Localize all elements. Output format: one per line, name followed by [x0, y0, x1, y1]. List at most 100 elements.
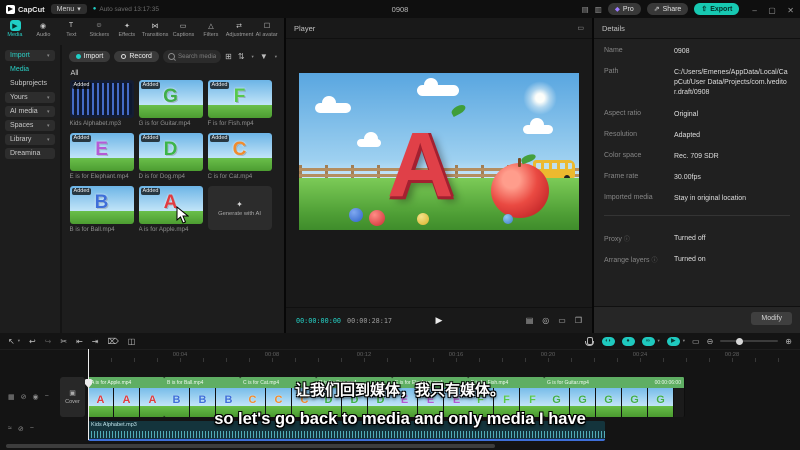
timeline-clip-d-is-for-dog-mp4[interactable]: D is for Dog.mp4 D D D [316, 377, 393, 417]
fullscreen-icon[interactable]: ❒ [575, 316, 582, 325]
sidebar-item-media[interactable]: Media [5, 64, 55, 75]
render-preview-icon[interactable]: ▭ [692, 337, 700, 346]
share-button[interactable]: ⇗ Share [646, 3, 689, 15]
delete-right-icon[interactable]: ⇥ [92, 337, 99, 346]
play-button[interactable]: ▶ [436, 315, 443, 326]
sort-icon[interactable]: ⇅ [238, 52, 245, 61]
timeline-clip-c-is-for-cat-mp4[interactable]: C is for Cat.mp4 C C C [240, 377, 317, 417]
details-value: Stay in original location [674, 195, 746, 203]
zoom-in-icon[interactable]: ⊕ [785, 337, 792, 346]
layout-preset-icon[interactable]: ▤ [582, 5, 589, 14]
timeline-toolbar: ↖ ▾ ↩ ↪ ✂ ⇤ ⇥ ⌦ ◫ ◖◗ ● ∞ ▾ ▶ ▾ ▭ ⊖ ⊕ [0, 333, 800, 349]
tab-captions[interactable]: ▭ Captions [169, 20, 197, 47]
sidebar-item-subprojects[interactable]: Subprojects [5, 78, 55, 89]
track-lock-icon[interactable]: ⊘ [21, 393, 27, 401]
timeline-zoom-slider[interactable] [720, 337, 779, 345]
select-tool-icon[interactable]: ↖ [8, 337, 15, 346]
sidebar-item-ai-media[interactable]: AI media ▾ [5, 106, 55, 117]
generate-with-ai-button[interactable]: ✦ Generate with AI [207, 186, 272, 230]
zoom-slider-handle[interactable] [736, 337, 744, 345]
media-thumbnail-g-is-for-guitar-mp4[interactable]: G Added [138, 80, 203, 118]
tab-text[interactable]: T Text [57, 20, 85, 47]
timeline-scrollbar[interactable] [6, 444, 794, 448]
timeline-clip-f-is-for-fish-mp4[interactable]: F is for Fish.mp4 F F F [468, 377, 545, 417]
track-hide-icon[interactable]: ◉ [33, 393, 39, 401]
tab-label: Filters [203, 32, 219, 38]
close-button[interactable]: ✕ [787, 6, 794, 15]
timeline-clip-b-is-for-ball-mp4[interactable]: B is for Ball.mp4 B B B [164, 377, 241, 417]
tab-effects[interactable]: ✦ Effects [113, 20, 141, 47]
redo-icon[interactable]: ↪ [45, 337, 52, 346]
import-button[interactable]: Import [68, 51, 111, 62]
grid-view-icon[interactable]: ⊞ [225, 52, 232, 61]
tab-audio[interactable]: ◉ Audio [29, 20, 57, 47]
tab-label: Effects [118, 32, 136, 38]
delete-icon[interactable]: ⌦ [107, 337, 118, 346]
voiceover-mic-icon[interactable] [585, 337, 594, 346]
freeze-icon[interactable]: ◫ [128, 337, 136, 346]
undo-icon[interactable]: ↩ [29, 337, 36, 346]
sidebar-item-library[interactable]: Library ▾ [5, 134, 55, 145]
search-input[interactable]: Search media [162, 50, 222, 63]
media-thumbnail-b-is-for-ball-mp4[interactable]: B Added [69, 186, 134, 224]
media-thumbnail-kids-alphabet-mp3[interactable]: Added [69, 80, 134, 118]
media-thumbnail-a-is-for-apple-mp4[interactable]: A Added [138, 186, 203, 224]
auto-snap-toggle[interactable]: ● [621, 336, 635, 346]
added-badge: Added [71, 135, 92, 142]
media-thumbnail-c-is-for-cat-mp4[interactable]: C Added [207, 133, 272, 171]
audio-lock-icon[interactable]: ⊘ [18, 425, 24, 433]
media-thumbnail-d-is-for-dog-mp4[interactable]: D Added [138, 133, 203, 171]
magnetic-snap-toggle[interactable]: ◖◗ [601, 336, 615, 346]
details-label: Resolution [604, 130, 638, 138]
audio-clip[interactable]: Kids Alphabet.mp3 [88, 421, 605, 441]
minimize-button[interactable]: – [752, 6, 756, 15]
timeline-clip-e-is-for-elephant-mp4[interactable]: E is for Elephant.mp4 E E E [392, 377, 469, 417]
tab-media[interactable]: ▶ Media [1, 20, 29, 47]
media-item-name: D is for Dog.mp4 [138, 173, 185, 180]
player-ratio-icon[interactable]: ▭ [577, 24, 584, 32]
fit-screen-icon[interactable]: ◎ [542, 316, 549, 325]
tab-filters[interactable]: △ Filters [197, 20, 225, 47]
ai-avatar-icon: ☐ [263, 22, 271, 30]
timeline-ruler[interactable]: 00:04 00:08 00:12 00:16 00:20 00:24 00:28 [0, 349, 800, 363]
menu-button[interactable]: Menu ▾ [50, 4, 87, 14]
clip-header: E is for Elephant.mp4 [392, 377, 468, 388]
modify-button[interactable]: Modify [751, 312, 792, 325]
sidebar-item-import[interactable]: Import ▾ [5, 50, 55, 61]
track-thumbnail-icon[interactable]: ▦ [8, 393, 15, 401]
audio-waveform-icon[interactable]: ≈ [8, 425, 12, 433]
zoom-out-icon[interactable]: ⊖ [707, 337, 714, 346]
aspect-ratio-icon[interactable]: ▭ [558, 316, 566, 325]
record-button[interactable]: Record [114, 51, 159, 62]
filter-icon[interactable]: ▼ [260, 52, 268, 61]
sidebar-item-yours[interactable]: Yours ▾ [5, 92, 55, 103]
preview-quality-icon[interactable]: ▤ [526, 316, 534, 325]
export-button[interactable]: ⇧ Export [694, 3, 740, 15]
clip-filmstrip: GGGGG [544, 388, 684, 417]
panel-layout-icon[interactable]: ▥ [595, 5, 602, 14]
clip-filmstrip: FFF [468, 388, 544, 417]
preview-axis-toggle[interactable]: ▶ [666, 336, 680, 346]
cover-button[interactable]: ▣ Cover [60, 377, 85, 417]
clip-header: C is for Cat.mp4 [240, 377, 316, 388]
timeline-clip-a-is-for-apple-mp4[interactable]: A is for Apple.mp4 A A A [88, 377, 165, 417]
tab-ai-avatar[interactable]: ☐ AI avatar [253, 20, 281, 47]
tab-adjustment[interactable]: ⇄ Adjustment [225, 20, 253, 47]
split-icon[interactable]: ✂ [60, 337, 67, 346]
sidebar-item-dreamina[interactable]: Dreamina [5, 148, 55, 159]
scrollbar-thumb[interactable] [6, 444, 495, 448]
linking-toggle[interactable]: ∞ [641, 336, 655, 346]
pro-button[interactable]: ◆ Pro [607, 3, 641, 15]
timeline-clip-g-is-for-guitar-mp4[interactable]: G is for Guitar.mp4 00:00:06:00 G G G G G [544, 377, 685, 417]
audio-mute-icon[interactable]: − [30, 425, 34, 433]
track-mute-icon[interactable]: − [45, 393, 49, 401]
tab-stickers[interactable]: ☺ Stickers [85, 20, 113, 47]
tab-transitions[interactable]: ⋈ Transitions [141, 20, 169, 47]
media-thumbnail-e-is-for-elephant-mp4[interactable]: E Added [69, 133, 134, 171]
video-preview[interactable]: A [299, 73, 579, 230]
sidebar-item-spaces[interactable]: Spaces ▾ [5, 120, 55, 131]
main-tabbar: ▶ Media ◉ Audio T Text ☺ Stickers ✦ Effects ⋈ Trans… [0, 18, 284, 47]
maximize-button[interactable]: ▢ [768, 6, 776, 15]
media-thumbnail-f-is-for-fish-mp4[interactable]: F Added [207, 80, 272, 118]
delete-left-icon[interactable]: ⇤ [76, 337, 83, 346]
